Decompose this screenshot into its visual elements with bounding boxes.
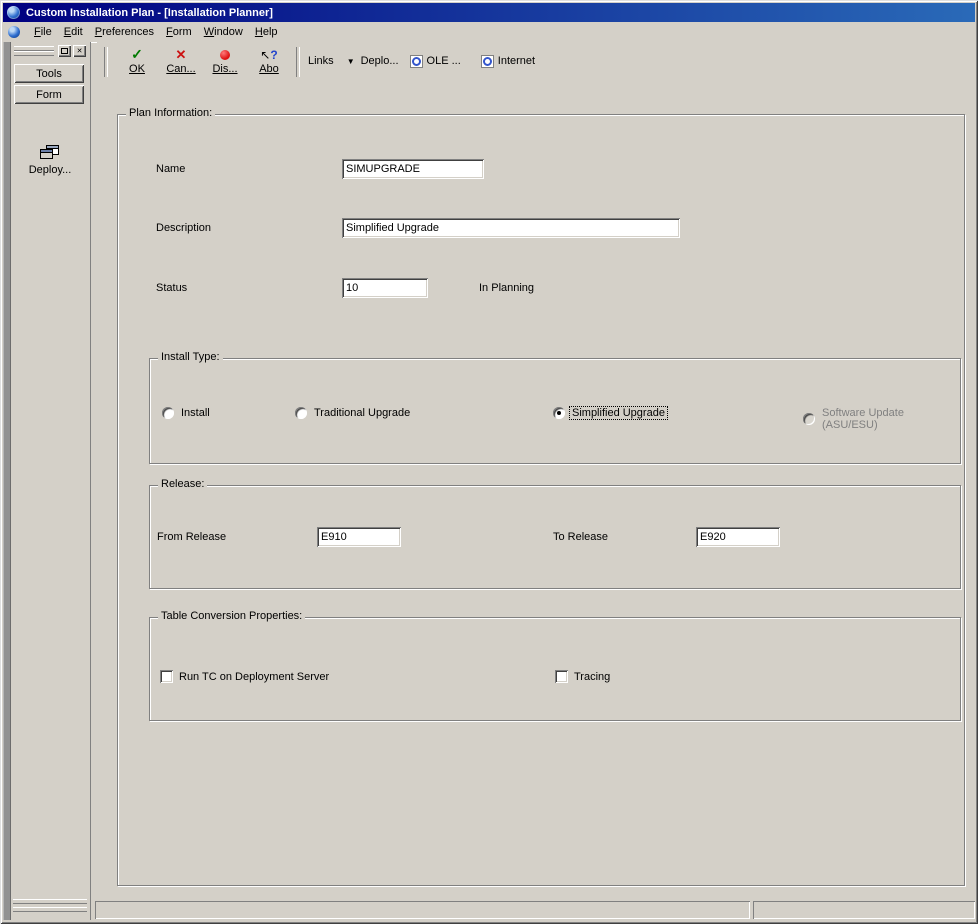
radio-install[interactable]: Install [162, 407, 212, 419]
tc-properties-group: Table Conversion Properties: Run TC on D… [149, 610, 961, 721]
release-group: Release: From Release To Release [149, 478, 961, 589]
dock-strip [3, 42, 11, 920]
menu-help[interactable]: Help [249, 23, 284, 41]
exit-bar-sidebar: ✕ Tools Form Deploy... [11, 42, 91, 920]
form-tab-label: Form [36, 88, 62, 101]
help-arrow-icon: ↖? [260, 47, 278, 62]
deploy-cascade-icon [40, 145, 59, 159]
ole-button-label: OLE ... [426, 55, 461, 67]
radio-traditional-upgrade[interactable]: Traditional Upgrade [295, 407, 412, 419]
ole-icon [409, 54, 423, 68]
red-dot-icon [220, 48, 230, 62]
menu-edit[interactable]: Edit [58, 23, 89, 41]
checkbox-run-tc-on-deployment-server[interactable]: Run TC on Deployment Server [160, 670, 329, 683]
status-description-text: In Planning [479, 282, 535, 294]
display-errors-button[interactable]: Dis... [206, 44, 244, 78]
application-window: Custom Installation Plan - [Installation… [0, 0, 978, 924]
name-label: Name [156, 163, 186, 175]
internet-button[interactable]: Internet [480, 54, 536, 68]
status-input[interactable] [342, 278, 428, 298]
close-icon: ✕ [76, 47, 83, 55]
status-label: Status [156, 282, 188, 294]
plan-information-group: Plan Information: Name Description Statu… [117, 107, 965, 886]
radio-icon [295, 407, 307, 419]
ok-button[interactable]: ✓ OK [118, 44, 156, 78]
radio-icon [162, 407, 174, 419]
release-legend: Release: [158, 478, 208, 490]
cancel-x-icon: ✕ [175, 46, 187, 62]
dock-close-button[interactable]: ✕ [73, 45, 86, 57]
toolbar-separator [296, 46, 300, 77]
pin-icon [61, 48, 68, 54]
internet-button-label: Internet [497, 55, 536, 67]
radio-simplified-upgrade[interactable]: Simplified Upgrade [553, 406, 668, 420]
radio-icon [553, 407, 565, 419]
toolbar-separator [104, 46, 108, 77]
cancel-button[interactable]: ✕ Can... [162, 44, 200, 78]
title-bar[interactable]: Custom Installation Plan - [Installation… [3, 3, 975, 22]
checkbox-icon [160, 670, 173, 683]
dock-pin-button[interactable] [58, 45, 71, 57]
toolbar: ✓ OK ✕ Can... Dis... ↖? Abo Links ▼ Depl… [97, 42, 975, 80]
menu-window[interactable]: Window [198, 23, 249, 41]
links-deploy-item[interactable]: Deplo... [361, 55, 399, 67]
app-icon [7, 6, 20, 19]
description-input[interactable] [342, 218, 680, 238]
radio-software-update[interactable]: Software Update (ASU/ESU) [803, 407, 960, 431]
sidebar-tab-form[interactable]: Form [14, 85, 84, 104]
sidebar-bottom-grips [13, 899, 87, 912]
menu-file[interactable]: File [28, 23, 58, 41]
display-button-label: Dis... [212, 62, 238, 75]
install-type-legend: Install Type: [158, 351, 223, 363]
statusbar-left-panel [95, 901, 750, 919]
radio-icon [803, 413, 815, 425]
ok-button-label: OK [129, 62, 145, 75]
description-label: Description [156, 222, 212, 234]
from-release-input[interactable] [317, 527, 401, 547]
to-release-input[interactable] [696, 527, 780, 547]
sidebar-tab-tools[interactable]: Tools [14, 64, 84, 83]
sidebar-item-deploy[interactable]: Deploy... [11, 145, 89, 176]
install-type-group: Install Type: Install Traditional Upgrad… [149, 351, 961, 464]
menu-preferences[interactable]: Preferences [89, 23, 160, 41]
window-title: Custom Installation Plan - [Installation… [26, 6, 273, 19]
statusbar-right-panel [753, 901, 975, 919]
deploy-item-label: Deploy... [28, 164, 72, 176]
ok-check-icon: ✓ [131, 46, 143, 62]
to-release-label: To Release [553, 531, 609, 543]
ole-button[interactable]: OLE ... [409, 54, 461, 68]
menu-bar: File Edit Preferences Form Window Help [3, 22, 975, 43]
about-button[interactable]: ↖? Abo [250, 44, 288, 78]
name-input[interactable] [342, 159, 484, 179]
internet-icon [480, 54, 494, 68]
from-release-label: From Release [157, 531, 227, 543]
toolbar-grip[interactable] [14, 51, 54, 56]
checkbox-tracing[interactable]: Tracing [555, 670, 610, 683]
checkbox-icon [555, 670, 568, 683]
links-dropdown-arrow[interactable]: ▼ [347, 57, 355, 66]
tools-tab-label: Tools [36, 67, 62, 80]
plan-information-legend: Plan Information: [126, 107, 216, 119]
child-window-icon[interactable] [8, 26, 20, 38]
links-label: Links [308, 55, 334, 67]
menu-form[interactable]: Form [160, 23, 198, 41]
tc-properties-legend: Table Conversion Properties: [158, 610, 306, 622]
cancel-button-label: Can... [166, 62, 196, 75]
about-button-label: Abo [259, 62, 279, 75]
